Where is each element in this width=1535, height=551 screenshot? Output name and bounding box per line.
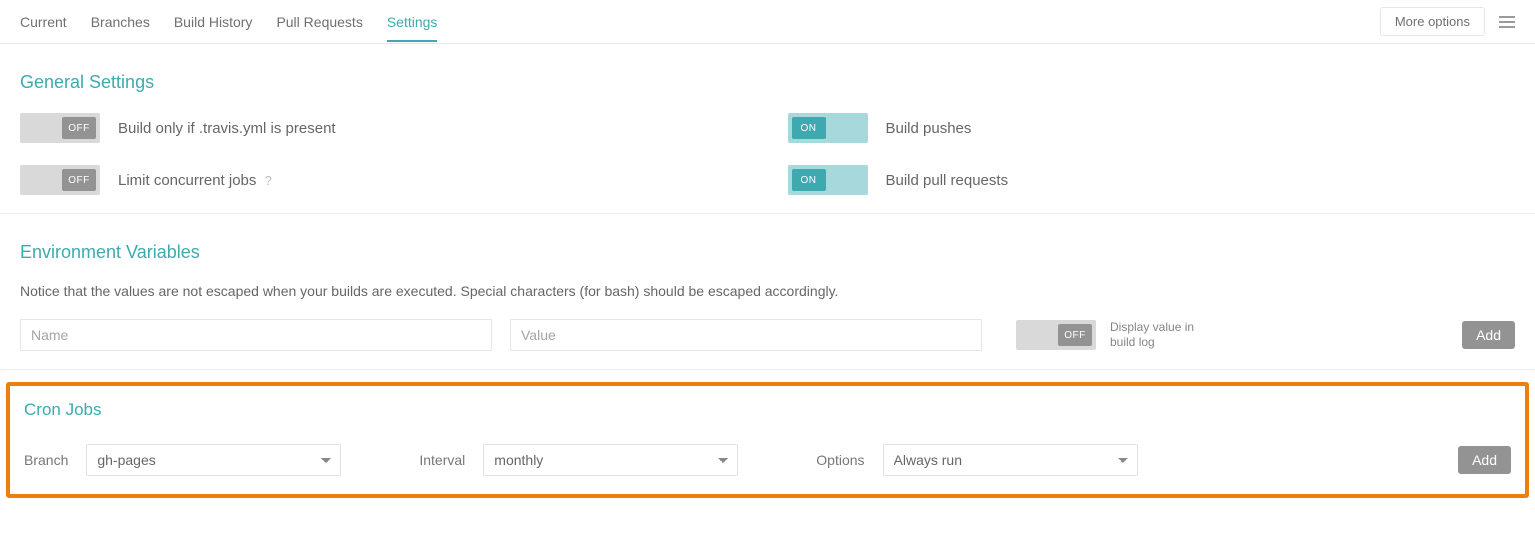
- more-options-button[interactable]: More options: [1380, 7, 1485, 36]
- tab-current[interactable]: Current: [20, 2, 67, 42]
- toggle-knob: ON: [792, 169, 826, 191]
- toggle-knob: ON: [792, 117, 826, 139]
- env-note: Notice that the values are not escaped w…: [20, 283, 1515, 299]
- setting-label: Limit concurrent jobs ?: [118, 172, 272, 189]
- cron-branch-label: Branch: [24, 452, 68, 468]
- toggle-knob: OFF: [1058, 324, 1092, 346]
- toggle-build-pushes[interactable]: ON: [788, 113, 868, 143]
- toggle-knob: OFF: [62, 169, 96, 191]
- cron-branch-select[interactable]: gh-pages: [86, 444, 341, 476]
- tab-pull-requests[interactable]: Pull Requests: [276, 2, 362, 42]
- setting-label-text: Limit concurrent jobs: [118, 172, 256, 189]
- cron-options-select[interactable]: Always run: [883, 444, 1138, 476]
- toggle-display-value[interactable]: OFF: [1016, 320, 1096, 350]
- topbar-right: More options: [1380, 7, 1515, 36]
- toggle-build-pull-requests[interactable]: ON: [788, 165, 868, 195]
- setting-build-only-travis-yml: OFF Build only if .travis.yml is present: [20, 113, 748, 143]
- setting-label: Build only if .travis.yml is present: [118, 120, 336, 137]
- menu-icon[interactable]: [1499, 16, 1515, 28]
- setting-label: Build pull requests: [886, 172, 1009, 189]
- help-icon[interactable]: ?: [265, 173, 272, 188]
- env-add-button[interactable]: Add: [1462, 321, 1515, 349]
- env-name-input[interactable]: [20, 319, 492, 351]
- general-settings-title: General Settings: [20, 72, 1515, 93]
- display-value-label: Display value in build log: [1110, 320, 1200, 350]
- toggle-limit-concurrent[interactable]: OFF: [20, 165, 100, 195]
- cron-interval-label: Interval: [419, 452, 465, 468]
- toggle-knob: OFF: [62, 117, 96, 139]
- cron-options-label: Options: [816, 452, 864, 468]
- cron-interval-select[interactable]: monthly: [483, 444, 738, 476]
- cron-add-button[interactable]: Add: [1458, 446, 1511, 474]
- setting-build-pushes: ON Build pushes: [788, 113, 1516, 143]
- toggle-build-only-travis-yml[interactable]: OFF: [20, 113, 100, 143]
- tabs: Current Branches Build History Pull Requ…: [20, 2, 1380, 42]
- tab-settings[interactable]: Settings: [387, 2, 438, 42]
- tab-branches[interactable]: Branches: [91, 2, 150, 42]
- topbar: Current Branches Build History Pull Requ…: [0, 0, 1535, 44]
- env-title: Environment Variables: [20, 242, 1515, 263]
- general-settings-section: General Settings OFF Build only if .trav…: [0, 44, 1535, 214]
- setting-build-pull-requests: ON Build pull requests: [788, 165, 1516, 195]
- setting-limit-concurrent: OFF Limit concurrent jobs ?: [20, 165, 748, 195]
- cron-title: Cron Jobs: [24, 400, 1511, 420]
- environment-variables-section: Environment Variables Notice that the va…: [0, 214, 1535, 370]
- cron-jobs-section: Cron Jobs Branch gh-pages Interval month…: [6, 382, 1529, 498]
- tab-build-history[interactable]: Build History: [174, 2, 253, 42]
- env-value-input[interactable]: [510, 319, 982, 351]
- setting-label: Build pushes: [886, 120, 972, 137]
